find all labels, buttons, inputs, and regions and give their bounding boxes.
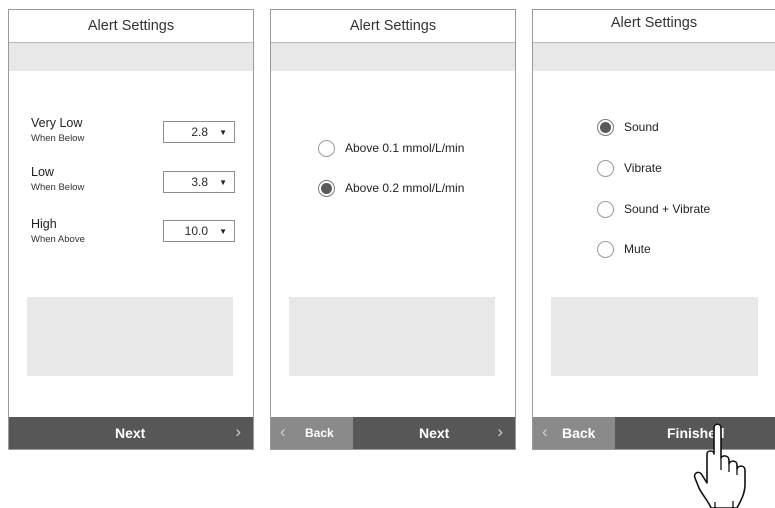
alert-settings-screen-thresholds: Alert Settings Very Low When Below 2.8 ▼… bbox=[8, 9, 254, 450]
rate-option-label: Above 0.2 mmol/L/min bbox=[345, 181, 465, 195]
next-button[interactable]: Next bbox=[115, 417, 145, 449]
next-button[interactable]: Next bbox=[419, 417, 449, 449]
triangle-down-icon: ▼ bbox=[219, 227, 227, 236]
low-label: Low bbox=[31, 165, 54, 179]
low-sublabel: When Below bbox=[31, 182, 85, 193]
radio-unselected[interactable] bbox=[597, 201, 614, 218]
header-band bbox=[271, 43, 515, 71]
screen-title: Alert Settings bbox=[271, 10, 515, 43]
info-panel bbox=[27, 297, 233, 376]
notify-option-label: Sound bbox=[624, 120, 659, 134]
chevron-right-icon[interactable]: › bbox=[235, 417, 241, 449]
back-button[interactable]: ‹ Back bbox=[533, 417, 615, 449]
screen-title: Alert Settings bbox=[533, 10, 775, 43]
info-panel bbox=[289, 297, 495, 376]
footer-bar: ‹ Back Next › bbox=[271, 417, 515, 449]
radio-unselected[interactable] bbox=[597, 160, 614, 177]
radio-unselected[interactable] bbox=[597, 241, 614, 258]
back-label: Back bbox=[305, 426, 334, 440]
chevron-right-icon[interactable]: › bbox=[497, 417, 503, 449]
very-low-sublabel: When Below bbox=[31, 133, 85, 144]
rate-option-label: Above 0.1 mmol/L/min bbox=[345, 141, 465, 155]
low-select[interactable]: 3.8 ▼ bbox=[163, 171, 235, 193]
pointing-hand-icon bbox=[693, 423, 746, 508]
high-value: 10.0 bbox=[184, 224, 208, 238]
screen-title: Alert Settings bbox=[9, 10, 253, 43]
notify-option-label: Sound + Vibrate bbox=[624, 202, 711, 216]
chevron-left-icon: ‹ bbox=[280, 422, 286, 441]
high-select[interactable]: 10.0 ▼ bbox=[163, 220, 235, 242]
triangle-down-icon: ▼ bbox=[219, 128, 227, 137]
info-panel bbox=[551, 297, 758, 376]
high-sublabel: When Above bbox=[31, 234, 85, 245]
alert-settings-screen-rate: Alert Settings Above 0.1 mmol/L/min Abov… bbox=[270, 9, 516, 450]
radio-selected[interactable] bbox=[318, 180, 335, 197]
notify-option-label: Mute bbox=[624, 242, 651, 256]
alert-settings-screen-notification: Alert Settings Sound Vibrate Sound + Vib… bbox=[532, 9, 775, 450]
very-low-value: 2.8 bbox=[191, 125, 208, 139]
chevron-left-icon: ‹ bbox=[542, 422, 548, 441]
footer-bar: Next › bbox=[9, 417, 253, 449]
high-label: High bbox=[31, 217, 57, 231]
radio-unselected[interactable] bbox=[318, 140, 335, 157]
notify-option-label: Vibrate bbox=[624, 161, 662, 175]
back-button[interactable]: ‹ Back bbox=[271, 417, 353, 449]
header-band bbox=[9, 43, 253, 71]
header-band bbox=[533, 43, 775, 71]
back-label: Back bbox=[562, 425, 596, 441]
triangle-down-icon: ▼ bbox=[219, 178, 227, 187]
very-low-select[interactable]: 2.8 ▼ bbox=[163, 121, 235, 143]
radio-selected[interactable] bbox=[597, 119, 614, 136]
very-low-label: Very Low bbox=[31, 116, 83, 130]
low-value: 3.8 bbox=[191, 175, 208, 189]
